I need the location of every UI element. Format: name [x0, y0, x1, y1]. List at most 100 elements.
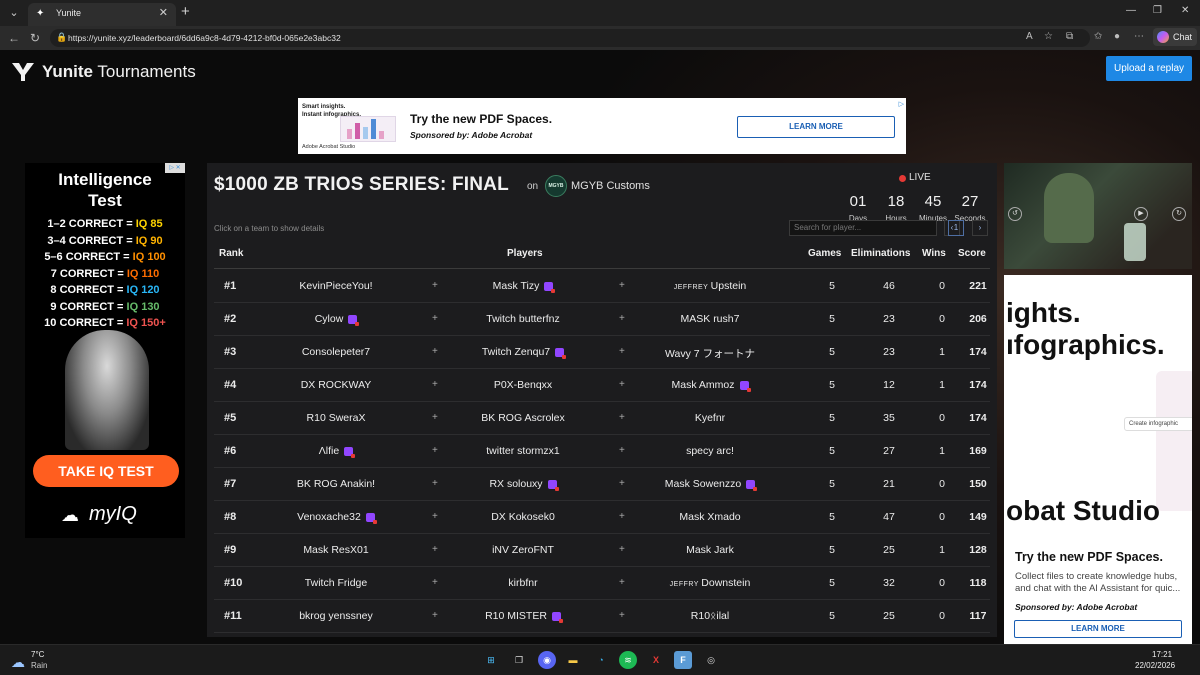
games-count: 5	[829, 511, 835, 523]
file-explorer-icon[interactable]: ▬	[564, 651, 582, 669]
player-name-text: BK ROG Ascrolex	[481, 412, 565, 424]
rain-cloud-icon[interactable]: ☁	[11, 654, 25, 671]
twitch-live-icon[interactable]	[344, 446, 356, 458]
header-eliminations: Eliminations	[851, 248, 911, 259]
leaderboard-row[interactable]: #4 DX ROCKWAY P0X-Benqxx Mask Ammoz + +5 12 1 17…	[214, 369, 990, 402]
ad-sponsor: Sponsored by: Adobe Acrobat	[410, 130, 533, 140]
play-icon[interactable]: ▶	[1134, 207, 1148, 221]
left-ad[interactable]: ▷ ✕ Intelligence Test 1–2 CORRECT = IQ 8…	[25, 163, 185, 538]
team-rank: #3	[224, 346, 237, 358]
leaderboard-row[interactable]: #3 Consolepeter7 Twitch Zenqu7 Wavy 7 フォートナ…	[214, 336, 990, 369]
games-count: 5	[829, 412, 835, 424]
player-search-input[interactable]: Search for player...	[789, 220, 937, 236]
obs-icon[interactable]: ◎	[702, 651, 720, 669]
player-name: BK ROG Ascrolex	[448, 412, 598, 424]
player-name: R10ᛟilal	[635, 610, 785, 622]
next-page-button[interactable]: ›	[972, 220, 988, 236]
upload-replay-button[interactable]: Upload a replay	[1106, 56, 1192, 81]
plus-separator: +	[619, 610, 625, 621]
wins-count: 1	[939, 445, 945, 457]
forward-icon[interactable]: ↻	[1172, 207, 1186, 221]
ad-title: Try the new PDF Spaces.	[1015, 550, 1163, 564]
twitch-live-icon[interactable]	[547, 479, 559, 491]
windows-start-icon[interactable]: ⊞	[482, 651, 500, 669]
ad-learn-more-button[interactable]: LEARN MORE	[737, 116, 895, 138]
task-view-icon[interactable]: ❐	[510, 651, 528, 669]
browser-tab[interactable]: ✦ Yunite ✕	[28, 3, 176, 26]
twitch-live-icon[interactable]	[739, 380, 751, 392]
take-iq-test-button[interactable]: TAKE IQ TEST	[33, 455, 179, 487]
plus-separator: +	[619, 379, 625, 390]
plus-separator: +	[432, 346, 438, 357]
rewind-icon[interactable]: ↺	[1008, 207, 1022, 221]
refresh-icon[interactable]: ↻	[30, 31, 40, 45]
ad-learn-more-button[interactable]: LEARN MORE	[1014, 620, 1182, 638]
team-score: 169	[969, 445, 987, 457]
iq-scale-row: 9 CORRECT = IQ 130	[25, 301, 185, 313]
player-name-text: RX solouxy	[489, 478, 543, 490]
games-count: 5	[829, 577, 835, 589]
games-count: 5	[829, 379, 835, 391]
player-name-text: twitter stormzx1	[486, 445, 560, 457]
leaderboard-row[interactable]: #2 Cylow Twitch butterfnz MASK rush7 + +5 23 0 2…	[214, 303, 990, 336]
page-number-button[interactable]: 1	[948, 220, 964, 236]
right-video-ad[interactable]: ↺ ▶ ↻	[1004, 163, 1192, 269]
maximize-icon[interactable]: ❐	[1153, 5, 1162, 16]
player-name-text: Downstein	[701, 577, 751, 589]
plus-separator: +	[619, 478, 625, 489]
weather-temperature: 7°C	[31, 650, 45, 659]
discord-icon[interactable]: ◉	[538, 651, 556, 669]
twitch-live-icon[interactable]	[746, 479, 758, 491]
leaderboard-row[interactable]: #5 R10 SweraX BK ROG Ascrolex Kyefnr + +5 35 0 1…	[214, 402, 990, 435]
leaderboard-panel: $1000 ZB TRIOS SERIES: FINAL on MGYB MGY…	[207, 163, 997, 637]
profile-avatar-icon[interactable]: ●	[1114, 31, 1120, 42]
banner-ad[interactable]: Smart insights. Instant infographics. Ad…	[298, 98, 906, 154]
more-menu-icon[interactable]: ⋯	[1134, 31, 1144, 42]
adchoices-icon[interactable]: ▷	[899, 100, 904, 108]
right-ad[interactable]: ights. ıfographics. Create infographic o…	[1004, 275, 1192, 644]
leaderboard-row[interactable]: #8 Venoxache32 DX Kokosek0 Mask Xmado + +5 47 0…	[214, 501, 990, 534]
url-bar[interactable]: 🔒 https://yunite.xyz/leaderboard/6dd6a9c…	[50, 29, 1090, 47]
close-window-icon[interactable]: ✕	[1181, 5, 1189, 16]
back-icon[interactable]: ←	[8, 31, 20, 45]
new-tab-icon[interactable]: +	[181, 3, 190, 20]
yunite-logo-icon	[12, 63, 34, 81]
header-score: Score	[958, 248, 986, 259]
copilot-chat-button[interactable]: Chat	[1153, 28, 1197, 46]
twitch-live-icon[interactable]	[555, 347, 567, 359]
leaderboard-row[interactable]: #1 KevinPieceYou! Mask Tizy JEFFREY Upstein…	[214, 270, 990, 303]
leaderboard-row[interactable]: #11 bkrog yenssney R10 MISTER R10ᛟilal + +5 25…	[214, 600, 990, 633]
yunite-favicon-icon: ✦	[36, 8, 45, 19]
close-tab-icon[interactable]: ✕	[159, 6, 168, 19]
leaderboard-row[interactable]: #6 Λlfie twitter stormzx1 specy arc! + +5 27 1 1…	[214, 435, 990, 468]
favorite-star-icon[interactable]: ☆	[1044, 31, 1053, 42]
plus-separator: +	[619, 577, 625, 588]
leaderboard-row[interactable]: #10 Twitch Fridge kirbfnr JEFFRY Downstein +…	[214, 567, 990, 600]
edge-icon[interactable]: ◔	[592, 651, 610, 669]
player-name: iNV ZeroFNT	[448, 544, 598, 556]
twitch-live-icon[interactable]	[348, 314, 360, 326]
twitch-live-icon[interactable]	[365, 512, 377, 524]
live-indicator-icon	[899, 175, 906, 182]
player-name-text: Wavy 7 フォートナ	[664, 348, 756, 360]
tab-actions-icon[interactable]: ⌄	[5, 5, 23, 21]
twitch-live-icon[interactable]	[544, 281, 556, 293]
organizer-name[interactable]: MGYB Customs	[571, 180, 650, 192]
minimize-icon[interactable]: —	[1126, 5, 1136, 16]
player-name-text: KevinPieceYou!	[299, 280, 373, 292]
leaderboard-row[interactable]: #9 Mask ResX01 iNV ZeroFNT Mask Jark + +5 25 1 1…	[214, 534, 990, 567]
url-text: https://yunite.xyz/leaderboard/6dd6a9c8-…	[68, 33, 341, 43]
extensions-icon[interactable]: ⧉	[1066, 31, 1073, 42]
games-count: 5	[829, 445, 835, 457]
xsplit-icon[interactable]: X	[647, 651, 665, 669]
player-name: RX solouxy	[448, 478, 598, 491]
player-name-text: Mask Ammoz	[671, 379, 735, 391]
twitch-live-icon[interactable]	[551, 611, 563, 623]
spotify-icon[interactable]: ≋	[619, 651, 637, 669]
fortnite-icon[interactable]: F	[674, 651, 692, 669]
team-rank: #8	[224, 511, 237, 523]
leaderboard-row[interactable]: #7 BK ROG Anakin! RX solouxy Mask Sowenzzo +…	[214, 468, 990, 501]
collections-icon[interactable]: ✩	[1094, 31, 1102, 42]
brain-icon: ☁	[61, 505, 79, 525]
read-aloud-icon[interactable]: A	[1026, 31, 1033, 42]
